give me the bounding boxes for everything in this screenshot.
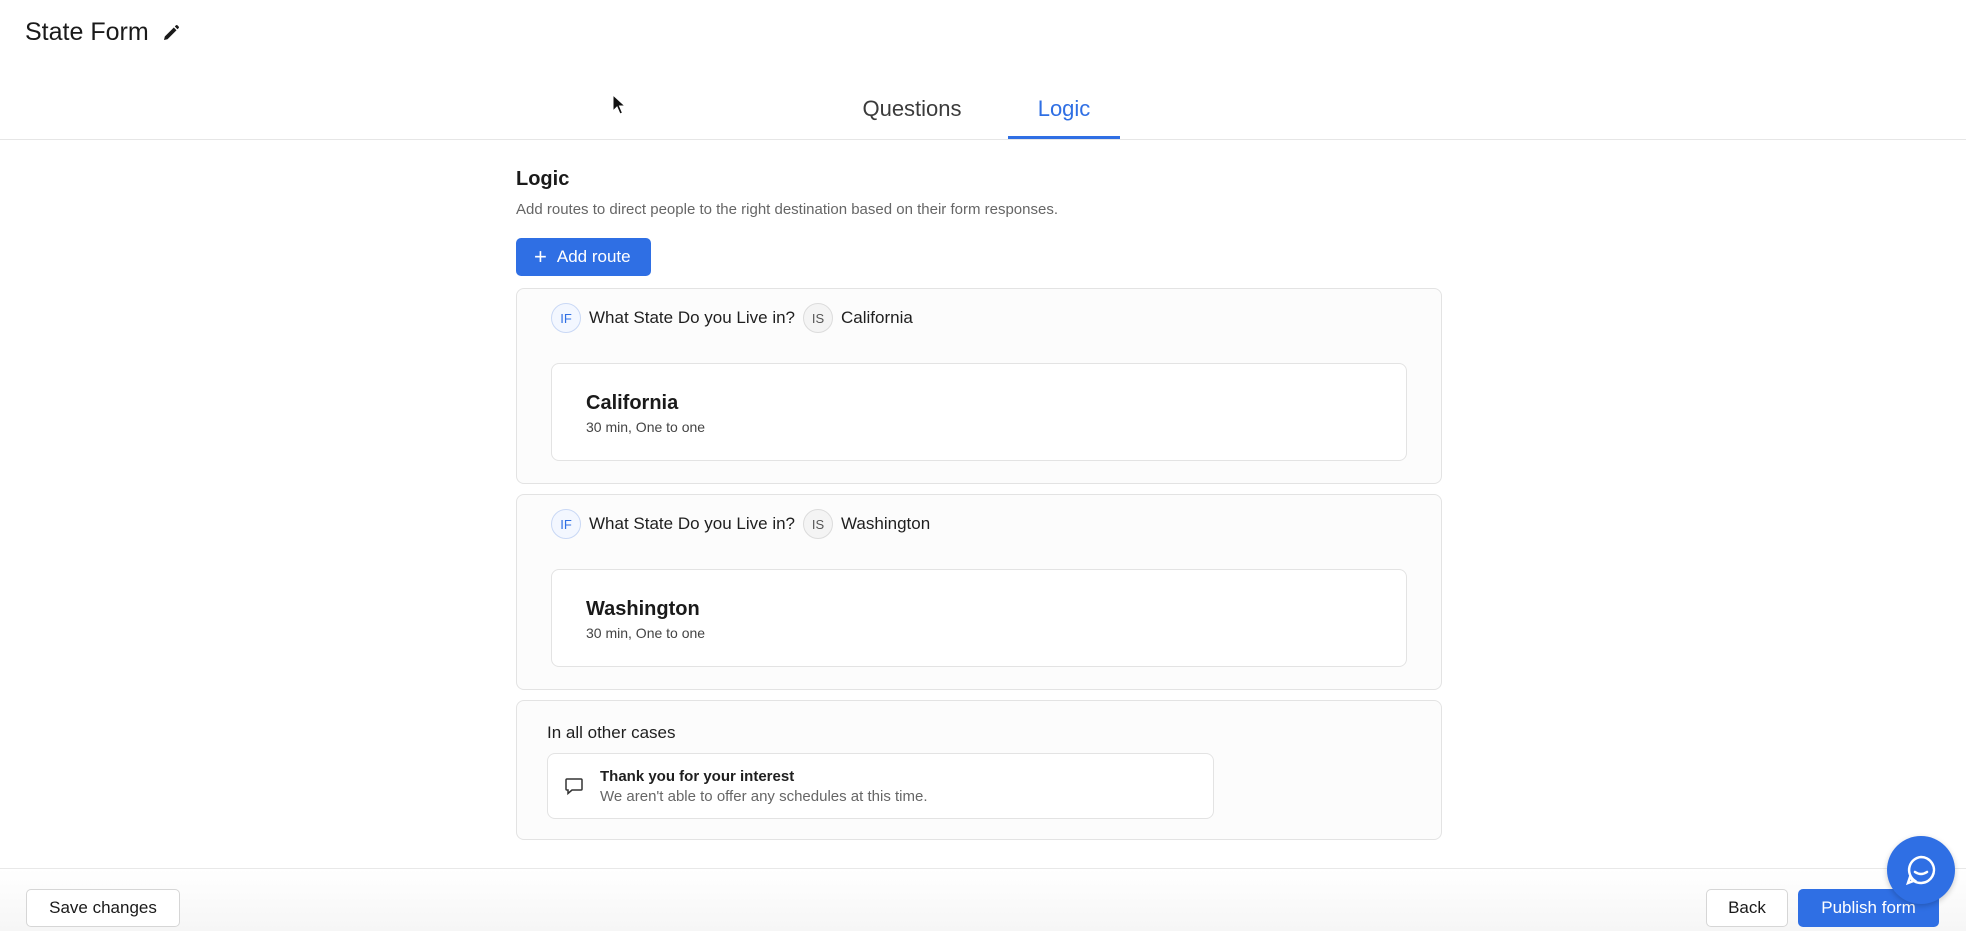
- route-condition: IF What State Do you Live in? IS Washing…: [551, 509, 1407, 539]
- route-card[interactable]: IF What State Do you Live in? IS Califor…: [516, 288, 1442, 484]
- footer-bar: Save changes Back Publish form: [0, 868, 1966, 931]
- fallback-label: In all other cases: [547, 723, 676, 742]
- destination-name: Washington: [586, 598, 700, 620]
- condition-answer: Washington: [841, 514, 931, 533]
- save-changes-button[interactable]: Save changes: [26, 889, 180, 927]
- chat-launcher-glyph: [1905, 855, 1936, 886]
- section-title: Logic: [516, 168, 570, 190]
- tab-bar: Questions Logic: [0, 88, 1966, 139]
- form-title-area: State Form: [25, 18, 181, 47]
- destination-meta: 30 min, One to one: [586, 625, 706, 641]
- logic-section: Logic Add routes to direct people to the…: [516, 168, 1442, 840]
- plus-icon: +: [534, 244, 547, 269]
- pencil-icon[interactable]: [161, 23, 181, 43]
- chat-launcher-icon[interactable]: [1887, 836, 1955, 904]
- fallback-card: In all other cases Thank you for your in…: [516, 700, 1442, 840]
- condition-question: What State Do you Live in?: [589, 308, 796, 327]
- tab-questions-label: Questions: [862, 96, 962, 121]
- destination-meta: 30 min, One to one: [586, 419, 706, 435]
- if-chip: IF: [551, 509, 581, 539]
- is-chip: IS: [803, 509, 834, 539]
- route-condition: IF What State Do you Live in? IS Califor…: [551, 303, 1407, 333]
- is-chip: IS: [803, 303, 834, 333]
- add-route-label: Add route: [556, 247, 631, 266]
- tab-questions[interactable]: Questions: [834, 96, 990, 139]
- route-destination[interactable]: Washington 30 min, One to one: [551, 569, 1407, 667]
- fallback-message[interactable]: Thank you for your interest We aren't ab…: [547, 753, 1214, 819]
- tab-logic-label: Logic: [1037, 96, 1091, 121]
- section-description: Add routes to direct people to the right…: [516, 201, 1058, 218]
- condition-question: What State Do you Live in?: [589, 514, 796, 533]
- message-title: Thank you for your interest: [600, 767, 795, 785]
- route-card[interactable]: IF What State Do you Live in? IS Washing…: [516, 494, 1442, 690]
- add-route-button[interactable]: + Add route: [516, 238, 651, 276]
- chat-bubble-icon: [565, 778, 583, 796]
- form-title: State Form: [25, 18, 149, 46]
- top-header: State Form Questions Logic: [0, 0, 1966, 140]
- fallback-message-text: Thank you for your interest We aren't ab…: [600, 768, 928, 805]
- back-button[interactable]: Back: [1706, 889, 1788, 927]
- message-subtitle: We aren't able to offer any schedules at…: [600, 787, 928, 805]
- route-destination[interactable]: California 30 min, One to one: [551, 363, 1407, 461]
- condition-answer: California: [841, 308, 913, 327]
- destination-name: California: [586, 392, 679, 414]
- if-chip: IF: [551, 303, 581, 333]
- tab-logic[interactable]: Logic: [1008, 96, 1120, 139]
- mouse-cursor-icon: [612, 94, 626, 115]
